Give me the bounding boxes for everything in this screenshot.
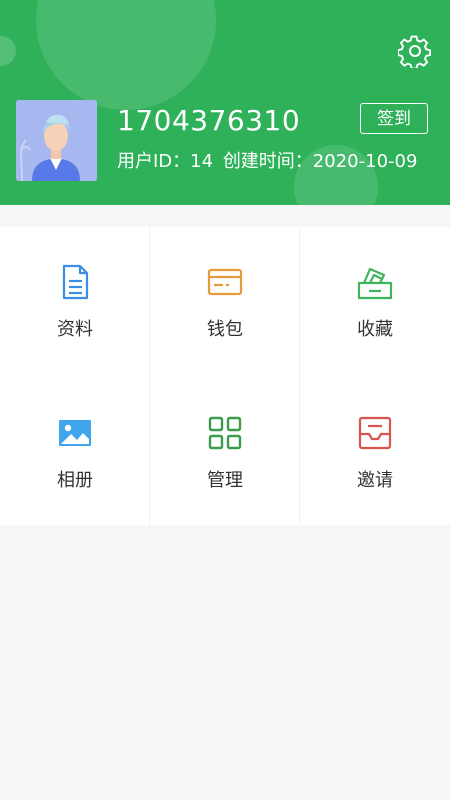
menu-item-wallet[interactable]: 钱包 <box>150 227 300 376</box>
invite-icon <box>356 414 394 452</box>
menu-item-profile[interactable]: 资料 <box>0 227 150 376</box>
menu-item-invite[interactable]: 邀请 <box>300 378 450 527</box>
album-icon <box>56 414 94 452</box>
profile-header: 1704376310 用户ID：14 创建时间：2020-10-09 签到 <box>0 0 450 205</box>
menu-item-label: 管理 <box>207 470 243 491</box>
menu-item-label: 资料 <box>57 319 93 340</box>
decorative-bubble <box>0 36 16 66</box>
user-meta: 用户ID：14 创建时间：2020-10-09 <box>117 147 421 173</box>
menu-item-label: 收藏 <box>357 319 393 340</box>
favorites-icon <box>356 263 394 301</box>
avatar-person-icon <box>16 100 97 181</box>
decorative-bubble <box>36 0 216 110</box>
avatar[interactable] <box>16 100 97 181</box>
menu-item-label: 钱包 <box>207 319 243 340</box>
created-date: 创建时间：2020-10-09 <box>222 151 418 172</box>
menu-grid: 资料 钱包 收藏 相册 管理 邀请 <box>0 227 450 525</box>
wallet-icon <box>206 263 244 301</box>
manage-icon <box>206 414 244 452</box>
menu-item-favorites[interactable]: 收藏 <box>300 227 450 376</box>
document-icon <box>56 263 94 301</box>
signin-button[interactable]: 签到 <box>360 103 428 134</box>
menu-item-label: 相册 <box>57 470 93 491</box>
menu-item-album[interactable]: 相册 <box>0 378 150 527</box>
username: 1704376310 <box>117 104 301 137</box>
user-id: 用户ID：14 <box>117 151 214 172</box>
menu-item-manage[interactable]: 管理 <box>150 378 300 527</box>
settings-gear-icon[interactable] <box>397 34 432 70</box>
menu-item-label: 邀请 <box>357 470 393 491</box>
